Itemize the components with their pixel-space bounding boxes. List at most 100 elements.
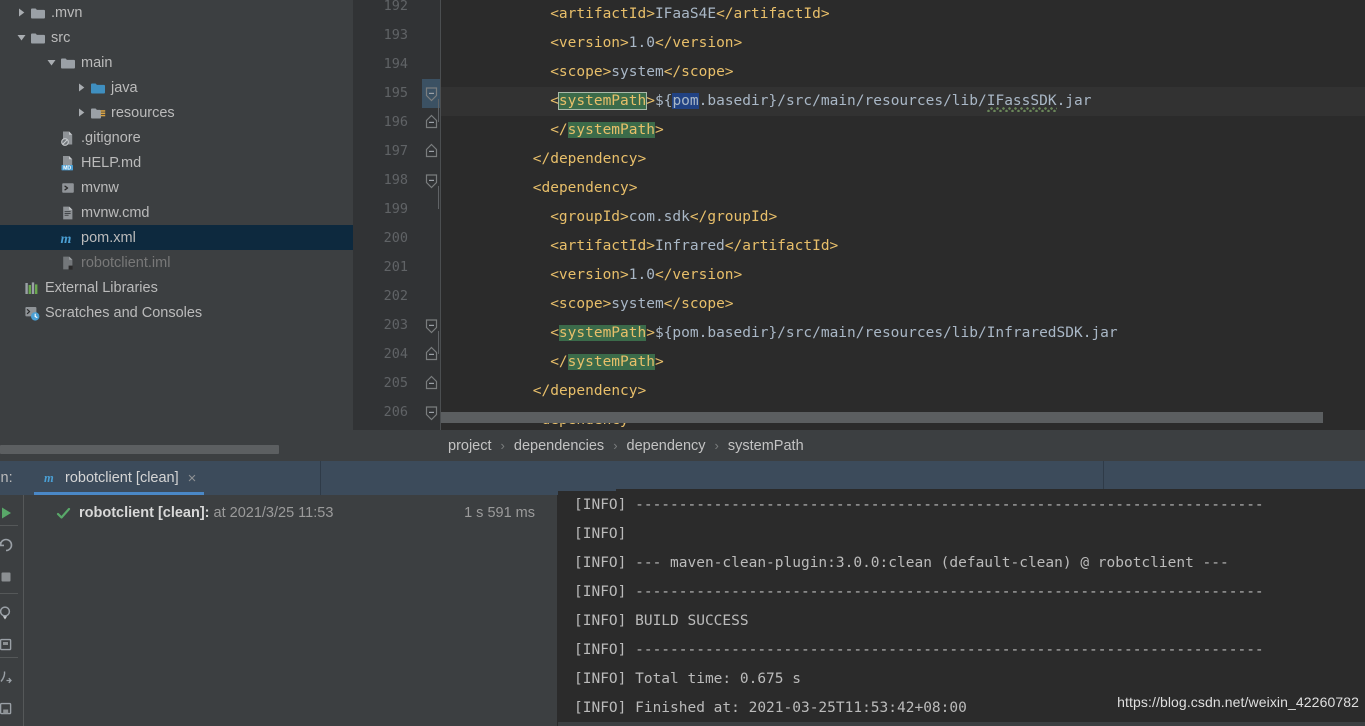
chevron-down-icon[interactable] — [14, 25, 29, 50]
tree-item-label: java — [111, 79, 138, 96]
tree-item-resources[interactable]: resources — [0, 100, 353, 125]
tree-item-mvnw[interactable]: mvnw — [0, 175, 353, 200]
close-icon[interactable]: × — [188, 471, 197, 486]
xml-tag: </scope> — [663, 296, 734, 312]
export-icon[interactable] — [0, 631, 24, 659]
editor-horizontal-scrollbar[interactable] — [441, 412, 1365, 423]
code-line[interactable]: </dependency> — [441, 145, 1365, 174]
stop-icon[interactable] — [0, 563, 24, 591]
xml-tag-highlighted: systemPath — [558, 325, 647, 341]
console-line: [INFO] Total time: 0.675 s — [574, 671, 801, 687]
line-number: 199 — [383, 201, 408, 217]
code-line[interactable]: <scope>system</scope> — [441, 290, 1365, 319]
xml-tag: </version> — [654, 35, 743, 51]
rerun-icon[interactable] — [0, 499, 24, 527]
tree-item-pom-xml[interactable]: m pom.xml — [0, 225, 353, 250]
scroll-to-source-icon[interactable] — [0, 663, 24, 691]
code-line[interactable]: <dependency> — [441, 174, 1365, 203]
tree-item-help-md[interactable]: MD HELP.md — [0, 150, 353, 175]
breadcrumb[interactable]: project › dependencies › dependency › systemPa… — [353, 430, 1365, 461]
warning-underlined-text: IFassSDK — [986, 93, 1057, 114]
line-number: 203 — [383, 317, 408, 333]
xml-tag: </dependency> — [532, 383, 647, 399]
tree-item-robotclient-iml[interactable]: robotclient.iml — [0, 250, 353, 275]
folder-icon — [29, 25, 46, 50]
toolbar-divider — [0, 657, 18, 658]
fold-rail — [438, 186, 439, 209]
xml-tag: </dependency> — [532, 151, 647, 167]
tree-item-mvnw-cmd[interactable]: mvnw.cmd — [0, 200, 353, 225]
code-line[interactable]: <systemPath>${pom.basedir}/src/main/reso… — [441, 319, 1365, 348]
code-text: .basedir}/src/main/resources/lib/ — [698, 93, 987, 109]
run-tab-robotclient[interactable]: m robotclient [clean] × — [34, 461, 205, 495]
chevron-right-icon[interactable] — [14, 0, 29, 25]
editor-gutter[interactable]: 192 193 194 195 196 197 198 199 200 201 202 203 204 2… — [353, 0, 441, 430]
line-number: 193 — [383, 27, 408, 43]
editor-code-area[interactable]: <artifactId>IFaaS4E</artifactId> <version… — [441, 0, 1365, 430]
code-line[interactable]: </dependency> — [441, 377, 1365, 406]
code-line[interactable]: <artifactId>IFaaS4E</artifactId> — [441, 0, 1365, 29]
tree-item-src[interactable]: src — [0, 25, 353, 50]
scrollbar-thumb[interactable] — [441, 412, 1323, 423]
project-tree-horizontal-scrollbar[interactable] — [0, 445, 353, 454]
breadcrumb-item-dependency[interactable]: dependency — [627, 438, 706, 454]
tree-item-external-libraries[interactable]: External Libraries — [0, 275, 353, 300]
scrollbar-thumb[interactable] — [0, 445, 279, 454]
xml-tag: <artifactId> — [550, 6, 655, 22]
code-text: Infrared — [654, 238, 725, 254]
code-line[interactable]: <version>1.0</version> — [441, 29, 1365, 58]
run-results-tree[interactable]: robotclient [clean]: at 2021/3/25 11:53 … — [24, 495, 558, 726]
line-number: 202 — [383, 288, 408, 304]
xml-tag: </ — [550, 122, 568, 138]
console-output[interactable]: [INFO] ---------------------------------… — [558, 491, 1365, 722]
tree-item-label: .mvn — [51, 4, 83, 21]
tree-item-main[interactable]: main — [0, 50, 353, 75]
xml-tag: </version> — [654, 267, 743, 283]
print-icon[interactable] — [0, 695, 24, 723]
code-line[interactable]: <scope>system</scope> — [441, 58, 1365, 87]
chevron-down-icon[interactable] — [44, 50, 59, 75]
folder-icon — [59, 50, 76, 75]
line-number: 204 — [383, 346, 408, 362]
folder-resource-icon — [89, 100, 106, 125]
breadcrumb-item-systemPath[interactable]: systemPath — [728, 438, 804, 454]
run-toolbar[interactable] — [0, 495, 24, 726]
tree-item-mvn[interactable]: .mvn — [0, 0, 353, 25]
chevron-right-icon[interactable] — [74, 75, 89, 100]
code-line[interactable]: <systemPath>${pom.basedir}/src/main/reso… — [441, 87, 1365, 116]
code-line[interactable]: </systemPath> — [441, 348, 1365, 377]
fold-end-icon[interactable] — [424, 340, 439, 369]
project-tree-panel[interactable]: .mvn src main java resources .gitignore MD H… — [0, 0, 353, 434]
fold-collapse-icon[interactable] — [424, 398, 439, 427]
xml-tag-highlighted-active: systemPath — [557, 92, 648, 110]
run-result-row[interactable]: robotclient [clean]: at 2021/3/25 11:53 … — [24, 500, 558, 526]
tree-item-label: mvnw.cmd — [81, 204, 150, 221]
code-line[interactable]: <groupId>com.sdk</groupId> — [441, 203, 1365, 232]
chevron-right-icon[interactable] — [74, 100, 89, 125]
rerun-failed-icon[interactable] — [0, 531, 24, 559]
tree-item-gitignore[interactable]: .gitignore — [0, 125, 353, 150]
breadcrumb-item-project[interactable]: project — [448, 438, 492, 454]
fold-collapse-icon[interactable] — [424, 166, 439, 195]
code-line[interactable]: <artifactId>Infrared</artifactId> — [441, 232, 1365, 261]
code-text: .jar — [1056, 93, 1092, 109]
tree-item-java[interactable]: java — [0, 75, 353, 100]
breadcrumb-item-dependencies[interactable]: dependencies — [514, 438, 604, 454]
fold-end-icon[interactable] — [424, 137, 439, 166]
tree-item-scratches-and-consoles[interactable]: Scratches and Consoles — [0, 300, 353, 325]
code-line[interactable]: </systemPath> — [441, 116, 1365, 145]
code-line[interactable]: <version>1.0</version> — [441, 261, 1365, 290]
fold-end-icon[interactable] — [424, 369, 439, 398]
fold-collapse-icon[interactable] — [424, 311, 439, 340]
fold-end-icon[interactable] — [424, 108, 439, 137]
fold-collapse-icon[interactable] — [424, 79, 439, 108]
watermark: https://blog.csdn.net/weixin_42260782 — [1117, 694, 1359, 710]
line-number: 206 — [383, 404, 408, 420]
xml-tag: > — [654, 354, 664, 370]
code-editor[interactable]: 192 193 194 195 196 197 198 199 200 201 202 203 204 2… — [353, 0, 1365, 430]
filter-icon[interactable] — [0, 599, 24, 627]
xml-tag: <version> — [550, 35, 629, 51]
code-text: system — [611, 296, 664, 312]
